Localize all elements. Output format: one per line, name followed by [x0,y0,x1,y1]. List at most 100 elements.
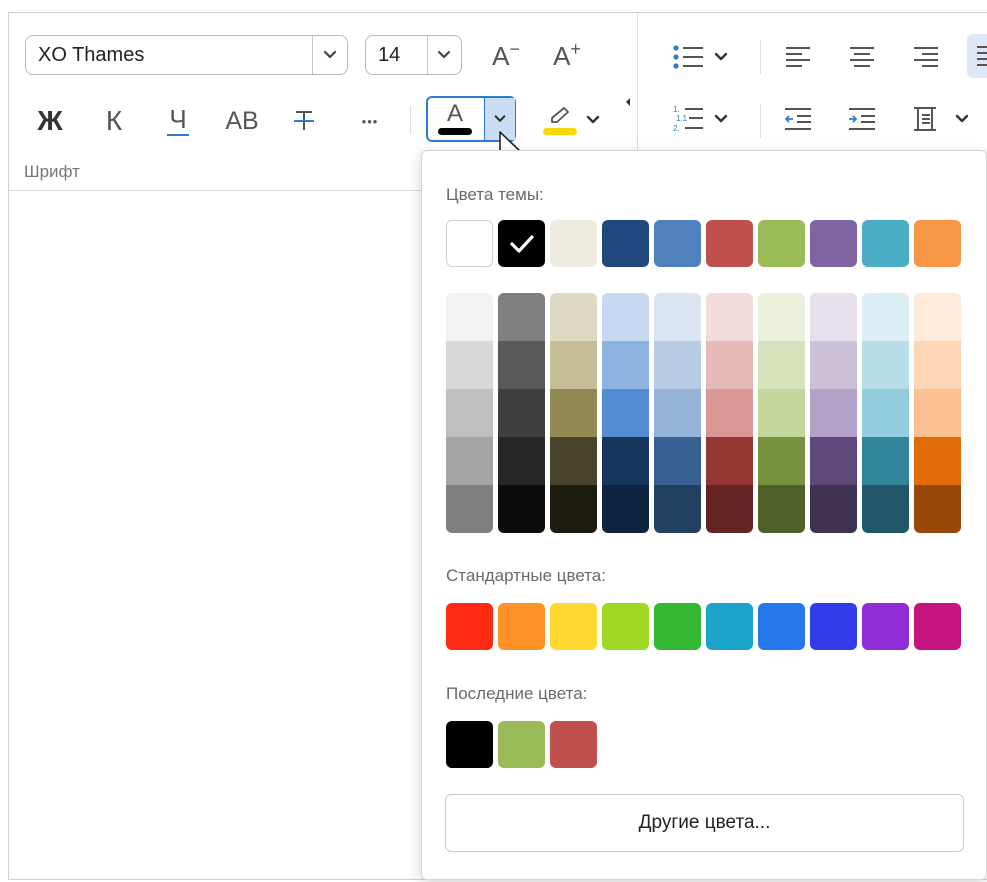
shade-swatch[interactable] [706,389,753,437]
theme-color-swatch[interactable] [446,220,493,267]
font-size-value[interactable]: 14 [378,36,400,74]
align-left-button[interactable] [778,36,818,78]
decrease-indent-button[interactable] [778,98,818,140]
theme-color-swatch[interactable] [498,220,545,267]
group-dialog-launcher-icon[interactable] [624,96,632,108]
shade-swatch[interactable] [498,485,545,533]
shade-swatch[interactable] [810,389,857,437]
shade-swatch[interactable] [862,293,909,341]
increase-indent-button[interactable] [842,98,882,140]
shade-swatch[interactable] [550,485,597,533]
shade-swatch[interactable] [862,485,909,533]
shade-swatch[interactable] [810,437,857,485]
standard-color-swatch[interactable] [862,603,909,650]
shade-swatch[interactable] [654,485,701,533]
standard-color-swatch[interactable] [706,603,753,650]
shade-swatch[interactable] [706,293,753,341]
align-center-button[interactable] [842,36,882,78]
font-name-value[interactable]: XO Thames [38,36,144,74]
shade-swatch[interactable] [706,341,753,389]
shade-swatch[interactable] [758,293,805,341]
shade-swatch[interactable] [758,341,805,389]
standard-color-swatch[interactable] [550,603,597,650]
highlight-color-button[interactable] [534,98,610,142]
theme-color-swatch[interactable] [550,220,597,267]
recent-color-swatch[interactable] [446,721,493,768]
shrink-font-button[interactable]: A − [484,36,528,76]
justify-button[interactable] [967,34,987,78]
shade-swatch[interactable] [446,389,493,437]
shade-swatch[interactable] [602,485,649,533]
strikethrough-button[interactable] [282,100,326,142]
grow-font-button[interactable]: A + [545,36,589,76]
shade-swatch[interactable] [914,293,961,341]
shade-swatch[interactable] [810,485,857,533]
theme-color-swatch[interactable] [862,220,909,267]
shade-swatch[interactable] [498,341,545,389]
standard-color-swatch[interactable] [914,603,961,650]
shade-swatch[interactable] [810,293,857,341]
shade-swatch[interactable] [602,389,649,437]
shade-swatch[interactable] [758,437,805,485]
shade-swatch[interactable] [654,341,701,389]
shade-swatch[interactable] [758,389,805,437]
highlight-main[interactable] [543,105,577,135]
shade-swatch[interactable] [602,341,649,389]
recent-color-swatch[interactable] [550,721,597,768]
shade-swatch[interactable] [706,485,753,533]
theme-color-swatch[interactable] [654,220,701,267]
shade-swatch[interactable] [498,389,545,437]
shade-swatch[interactable] [550,341,597,389]
shade-swatch[interactable] [446,341,493,389]
shade-swatch[interactable] [914,341,961,389]
shade-swatch[interactable] [498,437,545,485]
theme-color-swatch[interactable] [706,220,753,267]
shade-swatch[interactable] [810,341,857,389]
bold-button[interactable]: Ж [28,100,72,142]
more-formatting-button[interactable]: ••• [348,100,392,142]
shade-swatch[interactable] [550,293,597,341]
shade-swatch[interactable] [706,437,753,485]
font-size-combo[interactable]: 14 [365,35,462,75]
chevron-down-icon[interactable] [713,111,729,127]
standard-color-swatch[interactable] [446,603,493,650]
shade-swatch[interactable] [758,485,805,533]
shade-swatch[interactable] [446,485,493,533]
shade-swatch[interactable] [602,437,649,485]
shade-swatch[interactable] [550,437,597,485]
more-colors-button[interactable]: Другие цвета... [445,794,964,852]
chevron-down-icon[interactable] [322,47,338,63]
chevron-down-icon[interactable] [713,49,729,65]
numbered-list-button[interactable]: 1. 1.1 2. [660,98,740,140]
underline-button[interactable]: Ч [156,100,200,142]
standard-color-swatch[interactable] [810,603,857,650]
standard-color-swatch[interactable] [498,603,545,650]
shade-swatch[interactable] [654,389,701,437]
standard-color-swatch[interactable] [758,603,805,650]
shade-swatch[interactable] [862,389,909,437]
font-name-combo[interactable]: XO Thames [25,35,348,75]
standard-color-swatch[interactable] [654,603,701,650]
shade-swatch[interactable] [550,389,597,437]
align-right-button[interactable] [906,36,946,78]
shade-swatch[interactable] [914,389,961,437]
caps-button[interactable]: АВ [218,100,266,142]
chevron-down-icon[interactable] [436,47,452,63]
bullet-list-button[interactable] [660,36,740,78]
theme-color-swatch[interactable] [602,220,649,267]
shade-swatch[interactable] [498,293,545,341]
chevron-down-icon[interactable] [585,112,601,128]
theme-color-swatch[interactable] [914,220,961,267]
theme-color-swatch[interactable] [810,220,857,267]
shade-swatch[interactable] [446,293,493,341]
shade-swatch[interactable] [914,485,961,533]
shade-swatch[interactable] [654,293,701,341]
font-color-main[interactable]: A [428,98,482,140]
shade-swatch[interactable] [914,437,961,485]
shade-swatch[interactable] [862,341,909,389]
shade-swatch[interactable] [654,437,701,485]
chevron-down-icon[interactable] [954,111,970,127]
italic-button[interactable]: К [92,100,136,142]
shade-swatch[interactable] [602,293,649,341]
shade-swatch[interactable] [862,437,909,485]
